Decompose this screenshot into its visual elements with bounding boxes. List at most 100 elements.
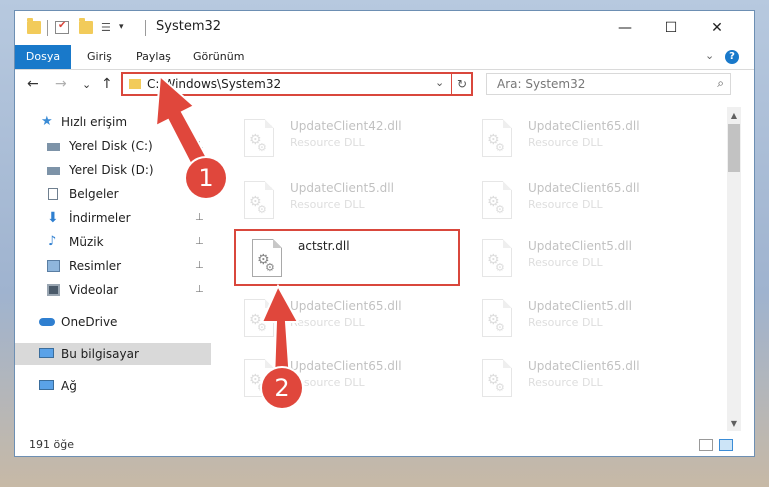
file-name: UpdateClient65.dll <box>528 359 640 373</box>
sidebar-item-label: Belgeler <box>69 187 119 201</box>
ribbon-tabs: Dosya Giriş Paylaş Görünüm ⌄ ? <box>15 45 754 70</box>
sidebar-item-videos[interactable]: Videolar ⊥ <box>15 279 211 301</box>
large-icons-view-icon[interactable] <box>719 439 733 451</box>
file-type: Resource DLL <box>528 376 603 389</box>
dll-file-icon: ⚙⚙ <box>482 181 512 219</box>
folder-icon <box>27 18 41 34</box>
properties-icon[interactable]: ✔ <box>55 20 69 34</box>
sidebar-item-label: Müzik <box>69 235 104 249</box>
dll-file-icon: ⚙⚙ <box>482 299 512 337</box>
pictures-icon <box>47 260 60 272</box>
divider <box>47 20 48 36</box>
sidebar-item-onedrive[interactable]: OneDrive <box>15 311 211 333</box>
file-item[interactable]: ⚙⚙ UpdateClient65.dll Resource DLL <box>468 113 694 169</box>
up-button[interactable]: ↑ <box>101 76 113 92</box>
gear-icon: ⚙ <box>495 203 505 216</box>
file-name: UpdateClient5.dll <box>528 299 632 313</box>
scroll-up-icon[interactable]: ▲ <box>727 109 741 123</box>
gear-icon: ⚙ <box>495 381 505 394</box>
back-button[interactable]: ← <box>27 76 39 92</box>
help-icon[interactable]: ? <box>725 50 739 64</box>
window-title: System32 <box>156 19 222 34</box>
tab-file[interactable]: Dosya <box>15 45 71 69</box>
pin-icon[interactable]: ⊥ <box>195 255 204 277</box>
sidebar-item-label: Yerel Disk (D:) <box>69 163 154 177</box>
search-box[interactable]: Ara: System32 ⌕ <box>486 73 731 95</box>
sidebar-item-this-pc[interactable]: Bu bilgisayar <box>15 343 211 365</box>
search-icon[interactable]: ⌕ <box>717 76 724 91</box>
expand-ribbon-icon[interactable]: ⌄ <box>705 49 714 62</box>
pin-icon[interactable]: ⊥ <box>195 231 204 253</box>
sidebar-item-label: Bu bilgisayar <box>61 347 139 361</box>
dll-file-icon: ⚙⚙ <box>244 181 274 219</box>
search-input[interactable]: Ara: System32 <box>497 77 585 91</box>
scroll-down-icon[interactable]: ▼ <box>727 417 741 431</box>
file-name: UpdateClient65.dll <box>528 181 640 195</box>
sidebar-item-label: Ağ <box>61 379 77 393</box>
maximize-button[interactable]: ☐ <box>648 11 694 45</box>
drive-icon <box>47 143 60 151</box>
address-dropdown-icon[interactable]: ⌄ <box>435 76 444 89</box>
drive-icon <box>47 167 60 175</box>
pin-icon[interactable]: ⊥ <box>195 279 204 301</box>
close-button[interactable]: ✕ <box>694 11 740 45</box>
forward-button[interactable]: → <box>55 76 67 92</box>
file-type: Resource DLL <box>528 198 603 211</box>
cloud-icon <box>39 318 55 326</box>
file-item[interactable]: ⚙ ⚙ UpdateClient5.dll Resource DLL <box>230 175 456 231</box>
sidebar-item-label: İndirmeler <box>69 211 131 225</box>
network-icon <box>39 380 54 390</box>
quick-access-toolbar-icon[interactable]: ☰ <box>101 21 115 34</box>
step-badge-2: 2 <box>262 368 302 408</box>
sidebar-item-downloads[interactable]: ⬇ İndirmeler ⊥ <box>15 207 211 229</box>
file-item[interactable]: ⚙ ⚙ UpdateClient5.dll Resource DLL <box>468 293 694 349</box>
file-item[interactable]: ⚙ ⚙ UpdateClient5.dll Resource DLL <box>468 233 694 289</box>
sidebar-item-music[interactable]: ♪ Müzik ⊥ <box>15 231 211 253</box>
sidebar-item-label: Yerel Disk (C:) <box>69 139 153 153</box>
dll-file-icon: ⚙⚙ <box>482 119 512 157</box>
download-icon: ⬇ <box>47 210 59 226</box>
file-type: Resource DLL <box>290 198 365 211</box>
file-item[interactable]: ⚙ ⚙ UpdateClient42.dll Resource DLL <box>230 113 456 169</box>
file-item[interactable]: ⚙⚙ UpdateClient65.dll Resource DLL <box>468 353 694 409</box>
dll-file-icon: ⚙⚙ <box>482 359 512 397</box>
sidebar-item-label: Videolar <box>69 283 119 297</box>
dll-file-icon: ⚙⚙ <box>244 119 274 157</box>
folder-icon <box>129 79 141 89</box>
minimize-button[interactable]: — <box>602 11 648 45</box>
tab-home[interactable]: Giriş <box>87 45 112 69</box>
dll-file-icon: ⚙⚙ <box>482 239 512 277</box>
music-icon: ♪ <box>48 234 57 249</box>
file-type: Resource DLL <box>528 316 603 329</box>
file-type: Resource DLL <box>290 136 365 149</box>
file-type: Resource DLL <box>528 256 603 269</box>
customize-toolbar-icon[interactable]: ▾ <box>119 21 133 34</box>
file-highlight-box <box>234 229 460 286</box>
sidebar-item-label: Hızlı erişim <box>61 115 128 129</box>
navigation-bar: ← → ⌄ ↑ C:\Windows\System32 ⌄ ↻ Ara: Sys… <box>15 70 754 102</box>
divider <box>145 20 146 36</box>
gear-icon: ⚙ <box>495 141 505 154</box>
item-count: 191 öğe <box>29 438 74 451</box>
sidebar-item-label: Resimler <box>69 259 122 273</box>
title-bar: ✔ ☰ ▾ System32 — ☐ ✕ <box>15 11 754 45</box>
gear-icon: ⚙ <box>495 321 505 334</box>
videos-icon <box>47 284 60 296</box>
file-name: UpdateClient5.dll <box>290 181 394 195</box>
recent-locations-button[interactable]: ⌄ <box>82 78 91 91</box>
sidebar-item-network[interactable]: Ağ <box>15 375 211 397</box>
file-name: UpdateClient42.dll <box>290 119 402 133</box>
details-view-icon[interactable] <box>699 439 713 451</box>
file-item[interactable]: ⚙⚙ UpdateClient65.dll Resource DLL <box>468 175 694 231</box>
file-name: UpdateClient5.dll <box>528 239 632 253</box>
gear-icon: ⚙ <box>257 203 267 216</box>
pin-icon[interactable]: ⊥ <box>195 207 204 229</box>
sidebar-item-label: OneDrive <box>61 315 118 329</box>
file-name: UpdateClient65.dll <box>528 119 640 133</box>
sidebar-item-pictures[interactable]: Resimler ⊥ <box>15 255 211 277</box>
new-folder-icon[interactable] <box>79 18 93 34</box>
file-type: Resource DLL <box>528 136 603 149</box>
computer-icon <box>39 348 54 358</box>
refresh-button[interactable]: ↻ <box>451 74 472 94</box>
scrollbar-thumb[interactable] <box>728 124 740 172</box>
